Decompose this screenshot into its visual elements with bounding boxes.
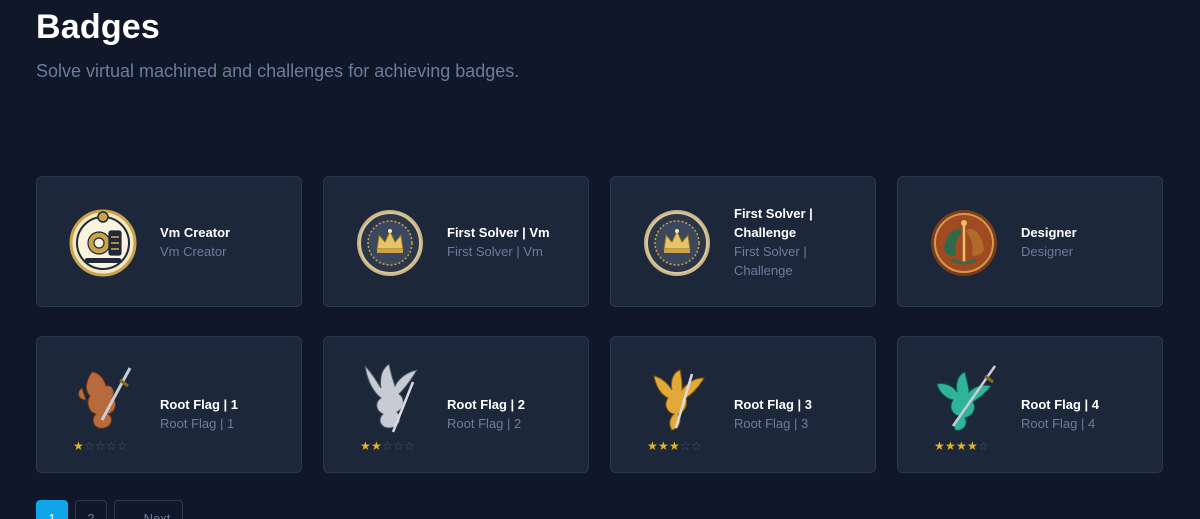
star-empty-icon: ☆ [382, 439, 393, 453]
badge-card-root-flag-1[interactable]: Root Flag | 1 Root Flag | 1 ★☆☆☆☆ [36, 336, 302, 473]
badge-grid: Vm Creator Vm Creator First Solver | Vm … [36, 176, 1163, 473]
badge-name: Root Flag | 4 [1021, 397, 1100, 412]
star-filled-icon: ★ [934, 439, 945, 453]
star-rating: ★★★★☆ [934, 439, 989, 453]
star-filled-icon: ★ [669, 439, 680, 453]
star-filled-icon: ★ [658, 439, 669, 453]
badge-description: First Solver | Challenge [734, 243, 807, 278]
dragon-medallion-icon [931, 210, 997, 276]
badge-name: First Solver | Challenge [734, 205, 813, 240]
page-button-1[interactable]: 1 [36, 500, 68, 519]
phoenix-sword-icon [936, 365, 997, 431]
star-filled-icon: ★ [73, 439, 84, 453]
badge-description: Root Flag | 4 [1021, 416, 1096, 431]
badge-info: Root Flag | 4 Root Flag | 4 [1021, 395, 1141, 433]
badge-card-root-flag-4[interactable]: Root Flag | 4 Root Flag | 4 ★★★★☆ [897, 336, 1163, 473]
star-rating: ★★☆☆☆ [360, 439, 415, 453]
phoenix-sword-icon [653, 369, 705, 431]
crown-medallion-icon [357, 210, 423, 276]
badge-card-root-flag-2[interactable]: Root Flag | 2 Root Flag | 2 ★★☆☆☆ [323, 336, 589, 473]
badge-name: Vm Creator [160, 224, 231, 240]
badge-description: Designer [1021, 243, 1074, 259]
star-empty-icon: ☆ [404, 439, 415, 453]
gear-emblem-icon [69, 209, 137, 277]
page-button-2[interactable]: 2 [75, 500, 107, 519]
page-title: Badges [36, 8, 161, 46]
badge-card-vm-creator[interactable]: Vm Creator Vm Creator [36, 176, 302, 307]
badge-description: First Solver | Vm [447, 243, 543, 259]
badge-info: First Solver | Challenge First Solver | … [734, 204, 854, 280]
star-filled-icon: ★ [371, 439, 382, 453]
page-subtitle: Solve virtual machined and challenges fo… [36, 61, 520, 81]
pagination: 1 2 → Next [36, 500, 184, 519]
star-filled-icon: ★ [967, 439, 978, 453]
star-empty-icon: ☆ [978, 439, 989, 453]
phoenix-sword-icon [78, 367, 132, 429]
star-empty-icon: ☆ [84, 439, 95, 453]
badge-card-root-flag-3[interactable]: Root Flag | 3 Root Flag | 3 ★★★☆☆ [610, 336, 876, 473]
star-empty-icon: ☆ [117, 439, 128, 453]
badge-card-first-solver-vm[interactable]: First Solver | Vm First Solver | Vm [323, 176, 589, 307]
crown-medallion-icon [644, 210, 710, 276]
star-empty-icon: ☆ [680, 439, 691, 453]
badge-info: Vm Creator Vm Creator [160, 223, 280, 261]
badge-name: First Solver | Vm [447, 224, 550, 240]
badge-info: Designer Designer [1021, 223, 1141, 261]
star-empty-icon: ☆ [95, 439, 106, 453]
phoenix-sword-icon [364, 363, 419, 433]
next-label: Next [143, 511, 171, 519]
badge-info: Root Flag | 1 Root Flag | 1 [160, 395, 280, 433]
badge-description: Root Flag | 3 [734, 416, 809, 431]
badge-description: Vm Creator [160, 243, 227, 259]
badges-page: Badges Solve virtual machined and challe… [0, 0, 1200, 519]
arrow-right-icon: → [127, 511, 140, 519]
star-rating: ★★★☆☆ [647, 439, 702, 453]
badge-name: Root Flag | 1 [160, 397, 239, 412]
badge-description: Root Flag | 1 [160, 416, 235, 431]
star-filled-icon: ★ [360, 439, 371, 453]
next-page-button[interactable]: → Next [114, 500, 184, 519]
badge-name: Root Flag | 3 [734, 397, 813, 412]
star-filled-icon: ★ [647, 439, 658, 453]
badge-info: Root Flag | 2 Root Flag | 2 [447, 395, 567, 433]
star-filled-icon: ★ [945, 439, 956, 453]
badge-info: First Solver | Vm First Solver | Vm [447, 223, 567, 261]
badge-name: Designer [1021, 224, 1077, 240]
star-filled-icon: ★ [956, 439, 967, 453]
star-rating: ★☆☆☆☆ [73, 439, 128, 453]
star-empty-icon: ☆ [393, 439, 404, 453]
star-empty-icon: ☆ [106, 439, 117, 453]
badge-card-first-solver-challenge[interactable]: First Solver | Challenge First Solver | … [610, 176, 876, 307]
badge-info: Root Flag | 3 Root Flag | 3 [734, 395, 854, 433]
badge-card-designer[interactable]: Designer Designer [897, 176, 1163, 307]
badge-name: Root Flag | 2 [447, 397, 526, 412]
badge-description: Root Flag | 2 [447, 416, 522, 431]
star-empty-icon: ☆ [691, 439, 702, 453]
